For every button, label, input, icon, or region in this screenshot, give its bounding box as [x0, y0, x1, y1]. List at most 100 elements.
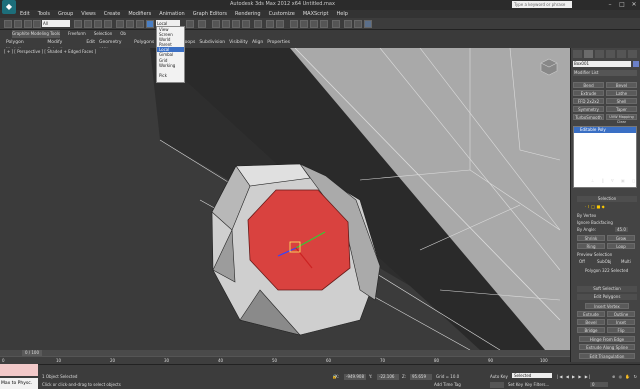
bevel-poly-button[interactable]: Bevel [577, 319, 605, 325]
add-time-tag[interactable]: Add Time Tag [434, 382, 461, 387]
preview-subobj-radio[interactable]: SubObj [597, 259, 611, 264]
menu-customize[interactable]: Customize [269, 10, 295, 18]
ribbon-edit[interactable]: Edit [86, 39, 95, 47]
modifier-list-dropdown[interactable]: Modifier List [573, 70, 637, 76]
tab-selection[interactable]: Selection [94, 30, 112, 38]
object-color-swatch[interactable] [633, 61, 639, 67]
menu-edit[interactable]: Edit [20, 10, 30, 18]
tab-freeform[interactable]: Freeform [68, 30, 86, 38]
ribbon-modify-selection[interactable]: Modify Selection [47, 39, 82, 53]
select-scale-icon[interactable] [136, 20, 144, 28]
menu-rendering[interactable]: Rendering [235, 10, 261, 18]
motion-tab-icon[interactable] [606, 50, 615, 58]
by-vertex-checkbox[interactable]: By Vertex [577, 213, 596, 218]
taper-button[interactable]: Taper [606, 106, 637, 112]
create-tab-icon[interactable] [573, 50, 582, 58]
select-manipulate-icon[interactable] [198, 20, 206, 28]
z-coordinate[interactable]: 95.659 [410, 374, 432, 380]
set-key-button[interactable]: Set Key [508, 382, 523, 387]
viewport-nav-icons[interactable]: ⊕ ◎ ✋ ↻ [612, 374, 638, 379]
tab-object-paint[interactable]: Ob [120, 30, 126, 38]
select-object-icon[interactable] [74, 20, 82, 28]
curve-editor-icon[interactable] [310, 20, 318, 28]
bevel-button[interactable]: Bevel [606, 82, 637, 88]
subobject-level-icons[interactable]: · ⌇ ◯ ■ ◆ [585, 204, 605, 209]
by-angle-checkbox[interactable]: By Angle: [577, 227, 596, 232]
unlink-icon[interactable] [33, 20, 41, 28]
ring-button[interactable]: Ring [577, 243, 605, 249]
named-selection-icon[interactable] [254, 20, 262, 28]
ribbon-visibility[interactable]: Visibility [229, 39, 248, 47]
ignore-backfacing-checkbox[interactable]: Ignore Backfacing [577, 220, 613, 225]
ribbon-align[interactable]: Align [252, 39, 263, 47]
menu-views[interactable]: Views [81, 10, 95, 18]
stack-tools-icons[interactable]: ⊥ ‖ ∀ ▣ ◻ [591, 178, 638, 183]
material-editor-icon[interactable] [332, 20, 340, 28]
hierarchy-tab-icon[interactable] [595, 50, 604, 58]
ribbon-geometry-all[interactable]: Geometry (All) [99, 39, 130, 53]
ribbon-properties[interactable]: Properties [267, 39, 290, 47]
viewcube-icon[interactable] [540, 58, 558, 76]
maxscript-listener-top[interactable] [0, 364, 38, 376]
maxscript-listener[interactable]: Max to Physc. [0, 378, 38, 389]
extrude-modifier-button[interactable]: Extrude [573, 90, 604, 96]
set-key-icon[interactable] [490, 382, 504, 388]
menu-graph-editors[interactable]: Graph Editors [193, 10, 227, 18]
ribbon-subdivision[interactable]: Subdivision [199, 39, 225, 47]
window-crossing-icon[interactable] [104, 20, 112, 28]
select-by-name-icon[interactable] [84, 20, 92, 28]
option-pick[interactable]: Pick [157, 73, 184, 78]
layer-manager-icon[interactable] [290, 20, 298, 28]
perspective-viewport[interactable] [0, 48, 570, 350]
rect-selection-icon[interactable] [94, 20, 102, 28]
lathe-button[interactable]: Lathe [606, 90, 637, 96]
menu-modifiers[interactable]: Modifiers [128, 10, 151, 18]
align-icon[interactable] [276, 20, 284, 28]
by-angle-value[interactable]: 45.0 [615, 227, 628, 232]
select-rotate-icon[interactable] [126, 20, 134, 28]
schematic-view-icon[interactable] [320, 20, 328, 28]
maximize-icon[interactable]: □ [616, 0, 628, 9]
y-coordinate[interactable]: -22.106 [377, 374, 399, 380]
hinge-from-edge-button[interactable]: Hinge From Edge [579, 336, 635, 342]
key-filters-button[interactable]: Key Filters... [525, 382, 549, 387]
display-tab-icon[interactable] [617, 50, 626, 58]
menu-animation[interactable]: Animation [159, 10, 185, 18]
outline-button[interactable]: Outline [607, 311, 635, 317]
shell-button[interactable]: Shell [606, 98, 637, 104]
selection-rollout-header[interactable]: Selection [577, 196, 637, 202]
soft-selection-rollout[interactable]: Soft Selection [577, 286, 637, 292]
auto-key-button[interactable]: Auto Key [490, 374, 508, 379]
extrude-along-spline-button[interactable]: Extrude Along Spline [579, 344, 635, 350]
mirror-icon[interactable] [266, 20, 274, 28]
extrude-button[interactable]: Extrude [577, 311, 605, 317]
render-production-icon[interactable] [364, 20, 372, 28]
uvw-mapping-button[interactable]: UVW Mapping Clear [606, 114, 637, 124]
loop-button[interactable]: Loop [607, 243, 635, 249]
snap-toggle-icon[interactable] [212, 20, 220, 28]
ref-coord-icon[interactable] [146, 20, 154, 28]
menu-group[interactable]: Group [58, 10, 73, 18]
pivot-center-icon[interactable] [186, 20, 194, 28]
menu-create[interactable]: Create [104, 10, 121, 18]
close-icon[interactable]: ✕ [628, 0, 640, 9]
angle-snap-icon[interactable] [222, 20, 230, 28]
spinner-snap-icon[interactable] [242, 20, 250, 28]
tab-graphite-modeling[interactable]: Graphite Modeling Tools [12, 30, 61, 38]
menu-help[interactable]: Help [337, 10, 348, 18]
viewport-label[interactable]: [ + ] [ Perspective ] [ Shaded + Edged F… [4, 49, 96, 54]
selection-filter-dropdown[interactable]: All [42, 20, 70, 27]
graphite-toggle-icon[interactable] [300, 20, 308, 28]
symmetry-button[interactable]: Symmetry [573, 106, 604, 112]
preview-multi-radio[interactable]: Multi [621, 259, 631, 264]
edit-triangulation-button[interactable]: Edit Triangulation [579, 353, 635, 359]
ribbon-polygon-modeling[interactable]: Polygon Modeling [6, 39, 43, 53]
shrink-button[interactable]: Shrink [577, 235, 605, 241]
key-mode-dropdown[interactable]: Selected [512, 373, 552, 378]
current-frame-field[interactable]: 0 [590, 382, 608, 387]
rendered-frame-icon[interactable] [354, 20, 362, 28]
inset-button[interactable]: Inset [607, 319, 635, 325]
stack-item-editable-poly[interactable]: Editable Poly [574, 127, 636, 133]
grow-button[interactable]: Grow [607, 235, 635, 241]
undo-icon[interactable] [4, 20, 12, 28]
